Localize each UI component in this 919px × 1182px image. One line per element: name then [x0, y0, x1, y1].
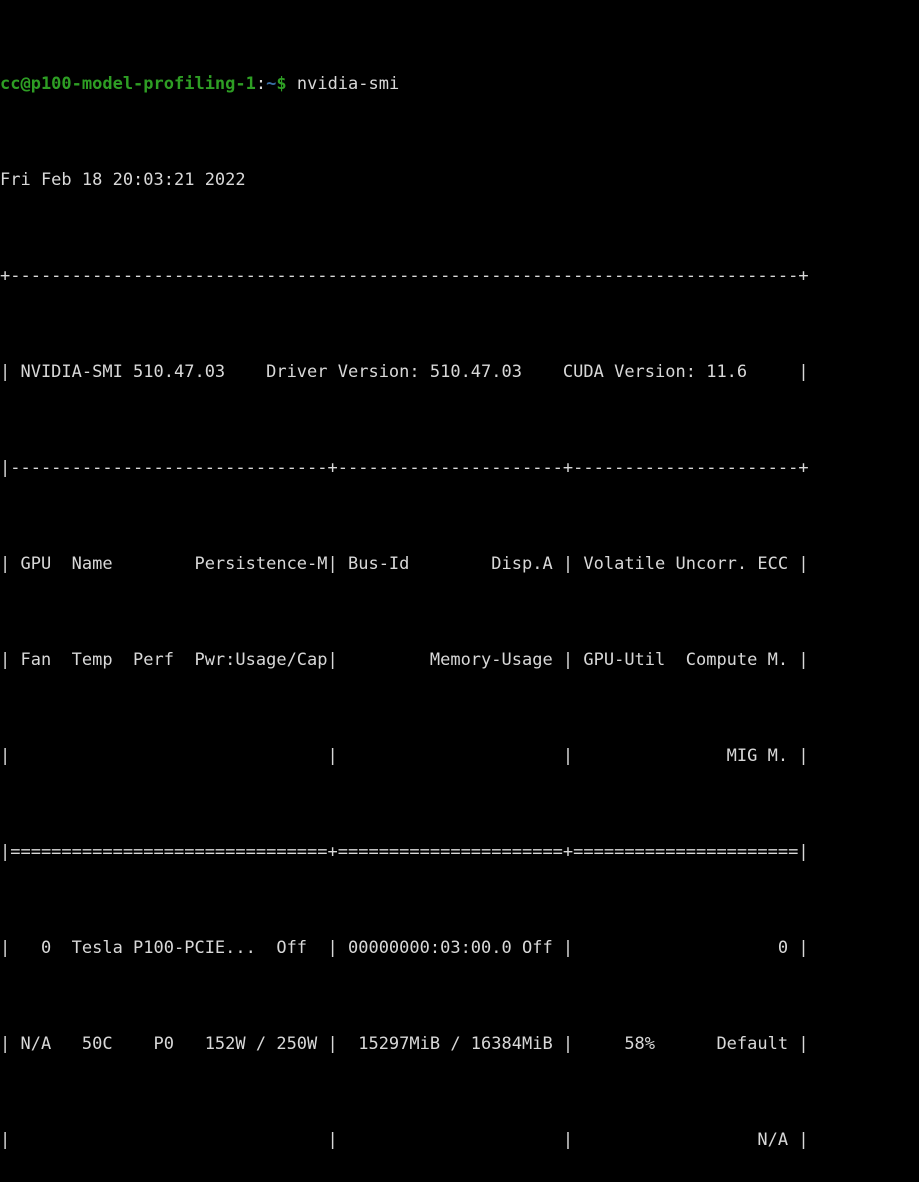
table-border-top: +---------------------------------------…	[0, 266, 809, 286]
shell-prompt-line: cc@p100-model-profiling-1:~$ nvidia-smi	[0, 72, 919, 96]
prompt-dollar-sign: $	[276, 74, 287, 94]
version-row: | NVIDIA-SMI 510.47.03 Driver Version: 5…	[0, 362, 809, 382]
column-header-row-2: | Fan Temp Perf Pwr:Usage/Cap| Memory-Us…	[0, 650, 809, 670]
column-header-row-1: | GPU Name Persistence-M| Bus-Id Disp.A …	[0, 554, 809, 574]
gpu-row-0-line-3: | | | N/A |	[0, 1130, 809, 1150]
gpu-row-0-line-1: | 0 Tesla P100-PCIE... Off | 00000000:03…	[0, 938, 809, 958]
terminal-window[interactable]: cc@p100-model-profiling-1:~$ nvidia-smi …	[0, 0, 919, 1150]
prompt-path: ~	[266, 74, 277, 94]
nvidia-smi-timestamp: Fri Feb 18 20:03:21 2022	[0, 170, 246, 190]
column-header-row-3: | | | MIG M. |	[0, 746, 809, 766]
table-border-equals-1: |===============================+=======…	[0, 842, 809, 862]
gpu-row-0-line-2: | N/A 50C P0 152W / 250W | 15297MiB / 16…	[0, 1034, 809, 1054]
prompt-colon: :	[255, 74, 267, 94]
prompt-user-host: cc@p100-model-profiling-1	[0, 74, 256, 94]
table-border-divider-1: |-------------------------------+-------…	[0, 458, 809, 478]
command-text: nvidia-smi	[286, 74, 400, 94]
